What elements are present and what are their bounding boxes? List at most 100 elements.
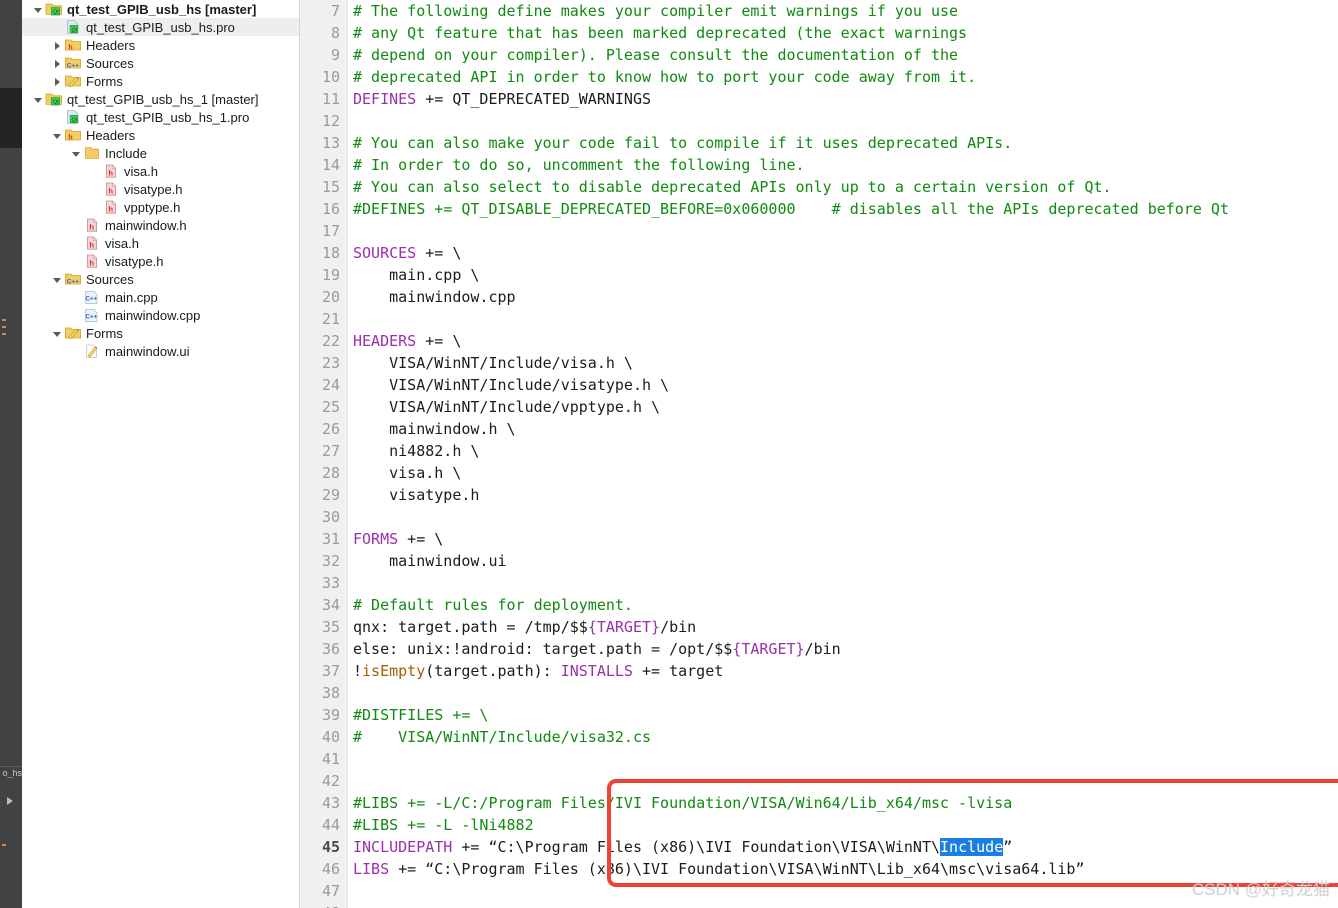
code-line[interactable]: 14 # In order to do so, uncomment the fol… bbox=[300, 154, 1229, 176]
code-line[interactable]: 7 # The following define makes your compi… bbox=[300, 0, 1229, 22]
tree-item-main-cpp[interactable]: C++ main.cpp bbox=[22, 288, 299, 306]
code-line[interactable]: 9 # depend on your compiler). Please cons… bbox=[300, 44, 1229, 66]
code-editor[interactable]: 7 # The following define makes your compi… bbox=[300, 0, 1338, 908]
expand-arrow-icon[interactable] bbox=[7, 797, 13, 805]
code-line[interactable]: 37 !isEmpty(target.path): INSTALLS += tar… bbox=[300, 660, 1229, 682]
chevron-down-icon[interactable] bbox=[51, 273, 64, 286]
chevron-down-icon[interactable] bbox=[51, 129, 64, 142]
tree-item-visatype-h[interactable]: h visatype.h bbox=[22, 180, 299, 198]
chevron-down-icon[interactable] bbox=[70, 147, 83, 160]
code-line[interactable]: 24 VISA/WinNT/Include/visatype.h \ bbox=[300, 374, 1229, 396]
code-line[interactable]: 26 mainwindow.h \ bbox=[300, 418, 1229, 440]
code-line[interactable]: 27 ni4882.h \ bbox=[300, 440, 1229, 462]
chevron-down-icon[interactable] bbox=[32, 93, 45, 106]
code-line[interactable]: 17 bbox=[300, 220, 1229, 242]
code-line[interactable]: 33 bbox=[300, 572, 1229, 594]
line-number: 30 bbox=[321, 508, 340, 526]
code-token: # You can also select to disable depreca… bbox=[353, 178, 1112, 196]
tree-item-qt-test-gpib-usb-hs-1-master-[interactable]: Qt qt_test_GPIB_usb_hs_1 [master] bbox=[22, 90, 299, 108]
code-line[interactable]: 45 INCLUDEPATH += “C:\Program Files (x86)… bbox=[300, 836, 1229, 858]
mode-tick-icon bbox=[2, 326, 6, 328]
tree-item-forms[interactable]: Forms bbox=[22, 72, 299, 90]
code-line[interactable]: 15 # You can also select to disable depre… bbox=[300, 176, 1229, 198]
project-tree-panel[interactable]: Qt qt_test_GPIB_usb_hs [master] Qt qt_test_… bbox=[22, 0, 300, 908]
code-line[interactable]: 19 main.cpp \ bbox=[300, 264, 1229, 286]
code-line[interactable]: 34 # Default rules for deployment. bbox=[300, 594, 1229, 616]
code-line-text: DEFINES += QT_DEPRECATED_WARNINGS bbox=[340, 88, 651, 110]
tree-item-include[interactable]: Include bbox=[22, 144, 299, 162]
qt-creator-window: o_hs Qt qt_test_GPIB_usb_hs [master] Qt qt_… bbox=[0, 0, 1338, 908]
code-line[interactable]: 43 #LIBS += -L/C:/Program Files/IVI Found… bbox=[300, 792, 1229, 814]
code-line[interactable]: 25 VISA/WinNT/Include/vpptype.h \ bbox=[300, 396, 1229, 418]
code-token: /bin bbox=[804, 640, 841, 658]
code-line[interactable]: 22 HEADERS += \ bbox=[300, 330, 1229, 352]
chevron-down-icon[interactable] bbox=[32, 3, 45, 16]
header-file-icon: h bbox=[83, 253, 101, 269]
code-line[interactable]: 46 LIBS += “C:\Program Files (x86)\IVI Fo… bbox=[300, 858, 1229, 880]
code-line[interactable]: 41 bbox=[300, 748, 1229, 770]
code-line[interactable]: 29 visatype.h bbox=[300, 484, 1229, 506]
code-token: visatype.h bbox=[353, 486, 480, 504]
tree-item-headers[interactable]: h Headers bbox=[22, 36, 299, 54]
code-line[interactable]: 12 bbox=[300, 110, 1229, 132]
chevron-down-icon[interactable] bbox=[51, 327, 64, 340]
mode-active-indicator[interactable] bbox=[0, 88, 22, 148]
code-line[interactable]: 30 bbox=[300, 506, 1229, 528]
code-line[interactable]: 36 else: unix:!android: target.path = /op… bbox=[300, 638, 1229, 660]
tree-item-sources[interactable]: C++ Sources bbox=[22, 54, 299, 72]
code-line[interactable]: 38 bbox=[300, 682, 1229, 704]
line-number: 25 bbox=[321, 398, 340, 416]
code-line[interactable]: 47 bbox=[300, 880, 1229, 902]
tree-item-visatype-h[interactable]: h visatype.h bbox=[22, 252, 299, 270]
chevron-right-icon[interactable] bbox=[51, 75, 64, 88]
tree-item-qt-test-gpib-usb-hs-1-pro[interactable]: Qt qt_test_GPIB_usb_hs_1.pro bbox=[22, 108, 299, 126]
code-line[interactable]: 21 bbox=[300, 308, 1229, 330]
tree-item-mainwindow-ui[interactable]: mainwindow.ui bbox=[22, 342, 299, 360]
code-text-area[interactable]: 7 # The following define makes your compi… bbox=[300, 0, 1229, 908]
code-line[interactable]: 28 visa.h \ bbox=[300, 462, 1229, 484]
code-token: main.cpp \ bbox=[353, 266, 480, 284]
tree-item-label: mainwindow.h bbox=[105, 217, 187, 233]
tree-item-label: mainwindow.cpp bbox=[105, 307, 201, 323]
code-line[interactable]: 42 bbox=[300, 770, 1229, 792]
code-line[interactable]: 18 SOURCES += \ bbox=[300, 242, 1229, 264]
code-line[interactable]: 11 DEFINES += QT_DEPRECATED_WARNINGS bbox=[300, 88, 1229, 110]
code-token: # VISA/WinNT/Include/visa32.cs bbox=[353, 728, 652, 746]
tree-item-headers[interactable]: h Headers bbox=[22, 126, 299, 144]
tree-item-visa-h[interactable]: h visa.h bbox=[22, 162, 299, 180]
code-token: += “C:\Program Files (x86)\IVI Foundatio… bbox=[452, 838, 941, 856]
tree-item-sources[interactable]: C++ Sources bbox=[22, 270, 299, 288]
code-line[interactable]: 39 #DISTFILES += \ bbox=[300, 704, 1229, 726]
code-line[interactable]: 10 # deprecated API in order to know how … bbox=[300, 66, 1229, 88]
code-line[interactable]: 20 mainwindow.cpp bbox=[300, 286, 1229, 308]
tree-item-mainwindow-cpp[interactable]: C++ mainwindow.cpp bbox=[22, 306, 299, 324]
chevron-right-icon[interactable] bbox=[51, 39, 64, 52]
code-line[interactable]: 16 #DEFINES += QT_DISABLE_DEPRECATED_BEFO… bbox=[300, 198, 1229, 220]
code-line[interactable]: 35 qnx: target.path = /tmp/$${TARGET}/bin bbox=[300, 616, 1229, 638]
code-line[interactable]: 31 FORMS += \ bbox=[300, 528, 1229, 550]
tree-item-visa-h[interactable]: h visa.h bbox=[22, 234, 299, 252]
code-token: isEmpty bbox=[362, 662, 426, 680]
code-line[interactable]: 48 bbox=[300, 902, 1229, 908]
code-token: VISA/WinNT/Include/vpptype.h \ bbox=[353, 398, 661, 416]
tree-item-forms[interactable]: Forms bbox=[22, 324, 299, 342]
tree-item-qt-test-gpib-usb-hs-master-[interactable]: Qt qt_test_GPIB_usb_hs [master] bbox=[22, 0, 299, 18]
tree-item-label: qt_test_GPIB_usb_hs [master] bbox=[67, 1, 257, 17]
code-line[interactable]: 32 mainwindow.ui bbox=[300, 550, 1229, 572]
sources-folder-icon: C++ bbox=[64, 271, 82, 287]
code-line[interactable]: 13 # You can also make your code fail to … bbox=[300, 132, 1229, 154]
code-line[interactable]: 44 #LIBS += -L -lNi4882 bbox=[300, 814, 1229, 836]
code-line[interactable]: 40 # VISA/WinNT/Include/visa32.cs bbox=[300, 726, 1229, 748]
code-line[interactable]: 8 # any Qt feature that has been marked d… bbox=[300, 22, 1229, 44]
code-line[interactable]: 23 VISA/WinNT/Include/visa.h \ bbox=[300, 352, 1229, 374]
line-number: 47 bbox=[321, 882, 340, 900]
mode-selector-bar[interactable]: o_hs bbox=[0, 0, 22, 908]
tree-item-mainwindow-h[interactable]: h mainwindow.h bbox=[22, 216, 299, 234]
chevron-right-icon[interactable] bbox=[51, 57, 64, 70]
tree-item-label: visatype.h bbox=[124, 181, 183, 197]
tree-item-vpptype-h[interactable]: h vpptype.h bbox=[22, 198, 299, 216]
line-number: 12 bbox=[321, 112, 340, 130]
tree-item-qt-test-gpib-usb-hs-pro[interactable]: Qt qt_test_GPIB_usb_hs.pro bbox=[22, 18, 299, 36]
